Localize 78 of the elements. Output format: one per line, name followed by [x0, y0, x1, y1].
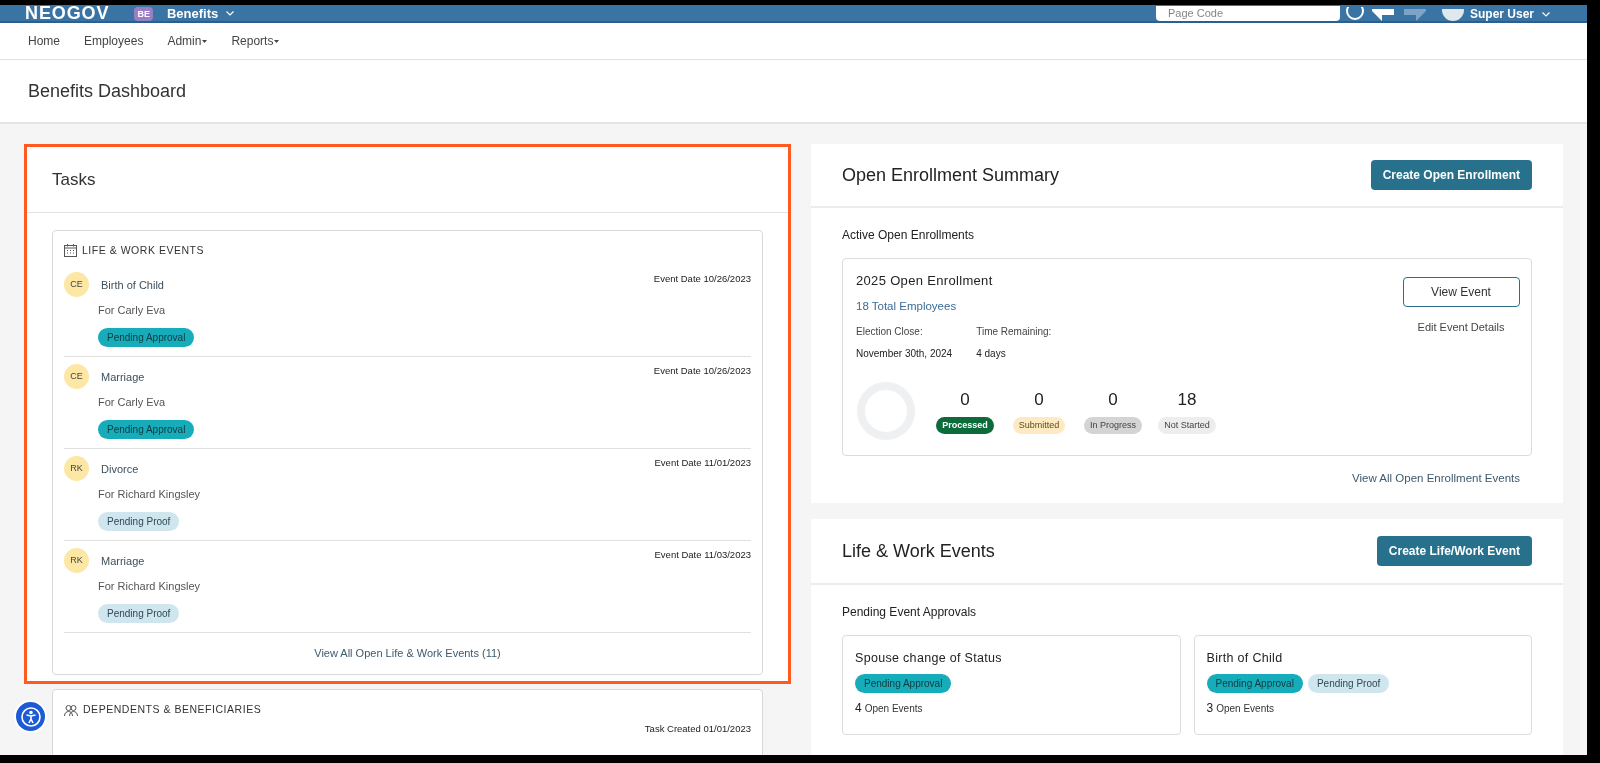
view-event-button[interactable]: View Event — [1402, 277, 1520, 307]
field-label: Time Remaining: — [976, 324, 1052, 339]
app-badge: BE — [134, 7, 153, 21]
event-person: For Richard Kingsley — [98, 579, 202, 595]
card-title: Tasks — [52, 168, 96, 191]
initials-avatar: CE — [64, 271, 89, 297]
page-code-field[interactable]: Page Code — [1155, 6, 1340, 21]
caret-icon — [202, 39, 208, 43]
card-title: Life & Work Events — [842, 539, 995, 563]
status-badge: Pending Proof — [1307, 673, 1390, 693]
open-count: 3 — [1206, 699, 1214, 717]
page-title: Benefits Dashboard — [28, 79, 187, 103]
event-person: For Carly Eva — [98, 395, 167, 411]
stat-badge: In Progress — [1084, 416, 1142, 435]
event-person: For Carly Eva — [98, 303, 167, 319]
section-label: Active Open Enrollments — [842, 227, 976, 244]
card-title: Open Enrollment Summary — [842, 163, 1060, 187]
event-date: Event Date 11/01/2023 — [654, 455, 751, 470]
initials-avatar: RK — [64, 455, 89, 481]
event-date: Event Date 11/03/2023 — [654, 547, 751, 562]
employees-link[interactable]: 18 Total Employees — [856, 297, 1402, 315]
count-label: Open Events — [864, 701, 923, 716]
section-heading: DEPENDENTS & BENEFICIARIES — [83, 702, 262, 718]
status-badge: Pending Approval — [98, 327, 195, 347]
task-date: Task Created 01/01/2023 — [644, 722, 751, 736]
people-icon — [64, 703, 78, 717]
field-value: November 30th, 2024 — [856, 346, 953, 361]
event-date: Event Date 10/26/2023 — [653, 363, 751, 378]
avatar-icon[interactable] — [1441, 9, 1464, 21]
help-icon[interactable] — [1345, 7, 1364, 21]
approval-card[interactable]: Birth of Child Pending Approval Pending Proof 3 Open Events — [1193, 635, 1532, 735]
status-badge: Pending Approval — [855, 673, 952, 693]
nav-link[interactable]: Reports — [231, 32, 280, 50]
stat-badge: Not Started — [1158, 416, 1216, 435]
app-switcher[interactable]: Benefits — [166, 6, 235, 21]
event-person: For Richard Kingsley — [98, 487, 202, 503]
calendar-icon — [64, 244, 77, 258]
edit-event-link[interactable]: Edit Event Details — [1417, 319, 1505, 336]
status-badge: Pending Approval — [1206, 673, 1303, 693]
event-link[interactable]: Birth of Child — [101, 276, 164, 294]
stat-badge: Processed — [936, 416, 994, 435]
approval-card[interactable]: Spouse change of Status Pending Approval 4 Open Events — [842, 635, 1181, 735]
chevron-icon — [226, 11, 235, 16]
view-all-link[interactable]: View All Open Enrollment Events — [1352, 469, 1520, 487]
field-label: Election Close: — [856, 324, 924, 339]
status-badge: Pending Approval — [98, 419, 195, 439]
section-label: Pending Event Approvals — [842, 604, 978, 621]
nav-link[interactable]: Employees — [84, 32, 144, 50]
open-count: 4 — [855, 699, 862, 717]
approval-title: Spouse change of Status — [855, 650, 1003, 667]
approval-title: Birth of Child — [1206, 650, 1284, 667]
stat-value: 0 — [1108, 389, 1118, 412]
accessibility-icon — [20, 706, 41, 727]
status-badge: Pending Proof — [98, 603, 180, 623]
view-all-link[interactable]: View All Open Life & Work Events (11) — [314, 644, 501, 662]
chevron-icon — [1542, 11, 1550, 17]
event-link[interactable]: Marriage — [101, 552, 145, 570]
initials-avatar: RK — [64, 547, 89, 573]
nav-link[interactable]: Admin — [167, 32, 208, 50]
stat-badge: Submitted — [1012, 416, 1066, 435]
create-open-enrollment-button[interactable]: Create Open Enrollment — [1370, 160, 1532, 190]
enrollment-title: 2025 Open Enrollment — [856, 272, 994, 290]
create-life-work-event-button[interactable]: Create Life/Work Event — [1376, 536, 1532, 566]
field-value: 4 days — [976, 346, 1007, 361]
initials-avatar: CE — [64, 363, 89, 389]
event-link[interactable]: Marriage — [101, 368, 145, 386]
section-heading: LIFE & WORK EVENTS — [82, 243, 205, 258]
user-menu[interactable]: Super User — [1469, 7, 1550, 21]
event-link[interactable]: Divorce — [101, 460, 139, 478]
stat-value: 18 — [1177, 389, 1197, 412]
status-badge: Pending Proof — [98, 511, 180, 531]
logo: NEOGOV — [25, 5, 110, 21]
caret-icon — [274, 39, 280, 43]
stat-value: 0 — [960, 389, 970, 412]
event-date: Event Date 10/26/2023 — [653, 271, 751, 286]
stat-value: 0 — [1034, 389, 1044, 412]
nav-link[interactable]: Home — [28, 32, 60, 50]
count-label: Open Events — [1216, 701, 1274, 716]
